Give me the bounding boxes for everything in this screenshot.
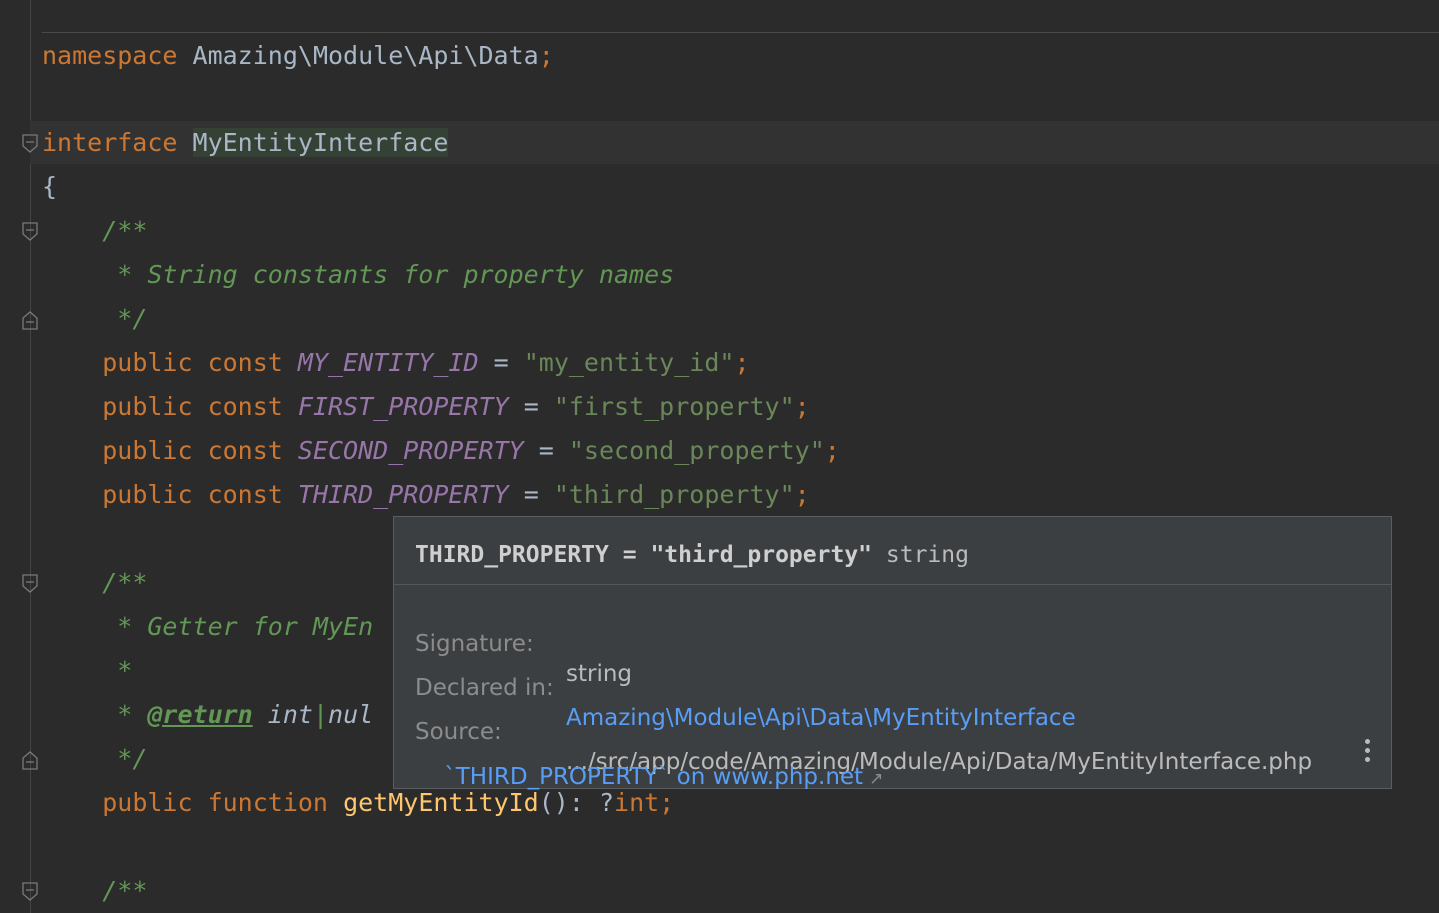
function-name[interactable]: getMyEntityId (343, 788, 539, 817)
doc-comment: /** (102, 876, 148, 905)
doc-return-type: int (267, 700, 313, 729)
declared-link[interactable]: Amazing\Module\Api\Data\MyEntityInterfac… (566, 703, 1076, 733)
string-value: "second_property" (568, 436, 825, 465)
open-brace: { (42, 172, 58, 201)
signature-value: string (566, 661, 633, 687)
external-link-arrow-icon: ↗ (869, 769, 884, 789)
code-line-doc2-open[interactable]: /** (42, 561, 147, 605)
fold-collapse-icon[interactable] (22, 882, 38, 902)
code-line-doc2-return[interactable]: * @return int|nul (42, 693, 373, 737)
popup-row-external[interactable]: `THIRD_PROPERTY` on www.php.net ↗ (415, 732, 883, 790)
modifiers: public const (102, 480, 283, 509)
equals: = (493, 348, 509, 377)
string-value: "my_entity_id" (523, 348, 735, 377)
string-value: "third_property" (553, 480, 795, 509)
modifiers: public const (102, 348, 283, 377)
code-line-namespace[interactable]: namespace Amazing\Module\Api\Data; (42, 34, 554, 78)
const-name[interactable]: THIRD_PROPERTY (298, 480, 509, 509)
semicolon: ; (794, 480, 810, 509)
code-line-doc1-open[interactable]: /** (42, 209, 147, 253)
code-line-doc1-close[interactable]: */ (42, 297, 147, 341)
equals: = (523, 392, 539, 421)
const-name[interactable]: SECOND_PROPERTY (298, 436, 524, 465)
semicolon: ; (538, 41, 554, 70)
parens: (): (538, 788, 584, 817)
equals: = (538, 436, 554, 465)
php-net-link[interactable]: `THIRD_PROPERTY` on www.php.net (444, 764, 863, 790)
interface-name[interactable]: MyEntityInterface (192, 128, 449, 157)
keyword: namespace (42, 41, 178, 70)
doc-type-pipe: | (312, 700, 329, 729)
namespace-name: Amazing\Module\Api\Data (192, 41, 539, 70)
return-type: int (614, 788, 660, 817)
doc-return-type: nul (328, 700, 374, 729)
code-line-interface[interactable]: interface MyEntityInterface (42, 121, 449, 165)
doc-comment: * (102, 700, 148, 729)
doc-comment: * (102, 656, 133, 685)
code-line-open-brace[interactable]: { (42, 165, 57, 209)
popup-equals: = (622, 542, 637, 568)
code-line-doc2-text[interactable]: * Getter for MyEn (42, 605, 373, 649)
popup-row-declared: Declared in: Amazing\Module\Api\Data\MyE… (415, 643, 1076, 731)
equals: = (523, 480, 539, 509)
fold-end-icon[interactable] (22, 750, 38, 770)
fold-collapse-icon[interactable] (22, 574, 38, 594)
vertical-ellipsis-icon[interactable] (1363, 739, 1371, 769)
code-line-doc1-text[interactable]: * String constants for property names (42, 253, 674, 297)
code-line-doc2-close[interactable]: */ (42, 737, 147, 781)
popup-divider (394, 584, 1391, 585)
code-line-const[interactable]: public const MY_ENTITY_ID = "my_entity_i… (42, 341, 750, 385)
semicolon: ; (824, 436, 840, 465)
quick-documentation-popup[interactable]: THIRD_PROPERTY = "third_property" string… (393, 516, 1392, 790)
doc-comment: /** (102, 568, 148, 597)
string-value: "first_property" (553, 392, 795, 421)
doc-comment: * String constants for property names (102, 260, 675, 289)
semicolon: ; (734, 348, 750, 377)
doc-comment: */ (102, 304, 148, 333)
code-line-doc3-open[interactable]: /** (42, 869, 147, 913)
modifiers: public const (102, 392, 283, 421)
const-name[interactable]: MY_ENTITY_ID (298, 348, 479, 377)
semicolon: ; (794, 392, 810, 421)
doc-comment: * Getter for MyEn (102, 612, 374, 641)
fold-collapse-icon[interactable] (22, 222, 38, 242)
modifiers: public function (102, 788, 328, 817)
doc-comment: */ (102, 744, 148, 773)
nullable-mark: ? (598, 788, 615, 817)
code-line-const[interactable]: public const SECOND_PROPERTY = "second_p… (42, 429, 840, 473)
popup-row-source: Source: .../src/app/code/Amazing/Module/… (415, 687, 1312, 775)
popup-row-signature: Signature: string (415, 599, 632, 687)
code-line-const[interactable]: public const THIRD_PROPERTY = "third_pro… (42, 473, 810, 517)
popup-const-type: string (885, 542, 969, 568)
fold-collapse-icon[interactable] (22, 134, 38, 154)
fold-end-icon[interactable] (22, 310, 38, 330)
code-line-doc2-star[interactable]: * (42, 649, 132, 693)
popup-const-name: THIRD_PROPERTY (415, 542, 609, 568)
semicolon: ; (659, 788, 675, 817)
keyword: interface (42, 128, 178, 157)
modifiers: public const (102, 436, 283, 465)
const-name[interactable]: FIRST_PROPERTY (298, 392, 509, 421)
doc-return-tag: @return (147, 700, 253, 729)
popup-const-value: "third_property" (650, 542, 873, 568)
code-line-const[interactable]: public const FIRST_PROPERTY = "first_pro… (42, 385, 810, 429)
editor-top-rule (42, 32, 1439, 33)
doc-comment: /** (102, 216, 148, 245)
popup-header: THIRD_PROPERTY = "third_property" string (394, 517, 1391, 584)
